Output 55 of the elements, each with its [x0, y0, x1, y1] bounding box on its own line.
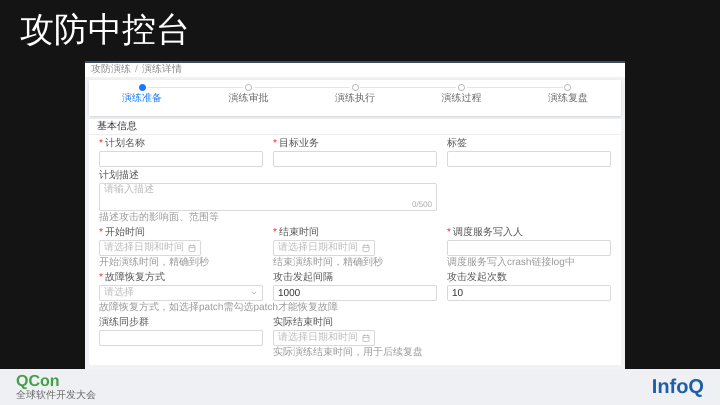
calendar-icon [362, 334, 370, 342]
date-placeholder: 请选择日期和时间 [104, 243, 184, 253]
date-placeholder: 请选择日期和时间 [278, 333, 358, 343]
field-label: 结束时间 [278, 228, 319, 238]
character-counter: 0/500 [412, 200, 432, 210]
field-label: 标签 [447, 139, 467, 149]
step-tab[interactable]: 演练审批 [228, 94, 269, 104]
text-field[interactable]: 1000 [273, 285, 437, 301]
select-placeholder: 请选择 [104, 288, 134, 298]
field-label: 演练同步群 [99, 318, 149, 328]
required-mark: * [99, 139, 103, 149]
infoq-logo: InfoQ [652, 375, 704, 400]
slide-title: 攻防中控台 [20, 10, 190, 51]
text-field[interactable] [273, 151, 437, 167]
field-label: 实际结束时间 [273, 318, 333, 328]
step-tab[interactable]: 演练复盘 [548, 94, 588, 104]
date-placeholder: 请选择日期和时间 [278, 243, 358, 253]
calendar-icon [188, 244, 196, 252]
required-mark: * [99, 273, 103, 283]
text-field[interactable] [447, 151, 611, 167]
qcon-logo: QCon [16, 374, 60, 390]
field-hint: 开始演练时间，精确到秒 [99, 257, 209, 269]
chevron-down-icon [250, 289, 258, 297]
text-field[interactable]: 10 [447, 285, 611, 301]
text-field[interactable] [99, 330, 263, 346]
field-label: 调度服务写入人 [452, 228, 523, 238]
section-title: 基本信息 [97, 122, 137, 132]
required-mark: * [99, 228, 103, 238]
breadcrumb-link[interactable]: 演练详情 [142, 65, 182, 75]
field-label: 攻击发起间隔 [273, 273, 333, 283]
field-label: 计划名称 [104, 139, 145, 149]
field-hint: 结束演练时间，精确到秒 [273, 257, 383, 269]
field-hint: 调度服务写入crash链接log中 [447, 257, 575, 269]
step-tab[interactable]: 演练执行 [335, 94, 376, 104]
field-label: 开始时间 [104, 228, 145, 238]
textarea-placeholder: 请输入描述 [104, 184, 155, 196]
breadcrumb-separator: / [135, 65, 138, 75]
field-label: 目标业务 [278, 139, 319, 149]
step-tab[interactable]: 演练过程 [441, 94, 482, 104]
field-hint: 故障恢复方式，如选择patch需勾选patch才能恢复故障 [99, 302, 338, 314]
logo-subtitle: 全球软件开发大会 [16, 390, 96, 400]
text-field[interactable] [99, 151, 263, 167]
required-mark: * [273, 139, 277, 149]
calendar-icon [362, 244, 370, 252]
field-hint: 描述攻击的影响面、范围等 [99, 212, 219, 224]
breadcrumb-link[interactable]: 攻防演练 [91, 65, 131, 75]
step-tab[interactable]: 演练准备 [122, 94, 162, 104]
required-mark: * [447, 228, 451, 238]
text-field[interactable] [447, 240, 611, 256]
field-label: 计划描述 [99, 171, 139, 181]
required-mark: * [273, 228, 277, 238]
description-field[interactable]: 请输入描述 0/500 [99, 183, 437, 211]
field-label: 故障恢复方式 [104, 273, 165, 283]
field-label: 攻击发起次数 [447, 273, 507, 283]
field-hint: 实际演练结束时间，用于后续复盘 [273, 347, 423, 359]
